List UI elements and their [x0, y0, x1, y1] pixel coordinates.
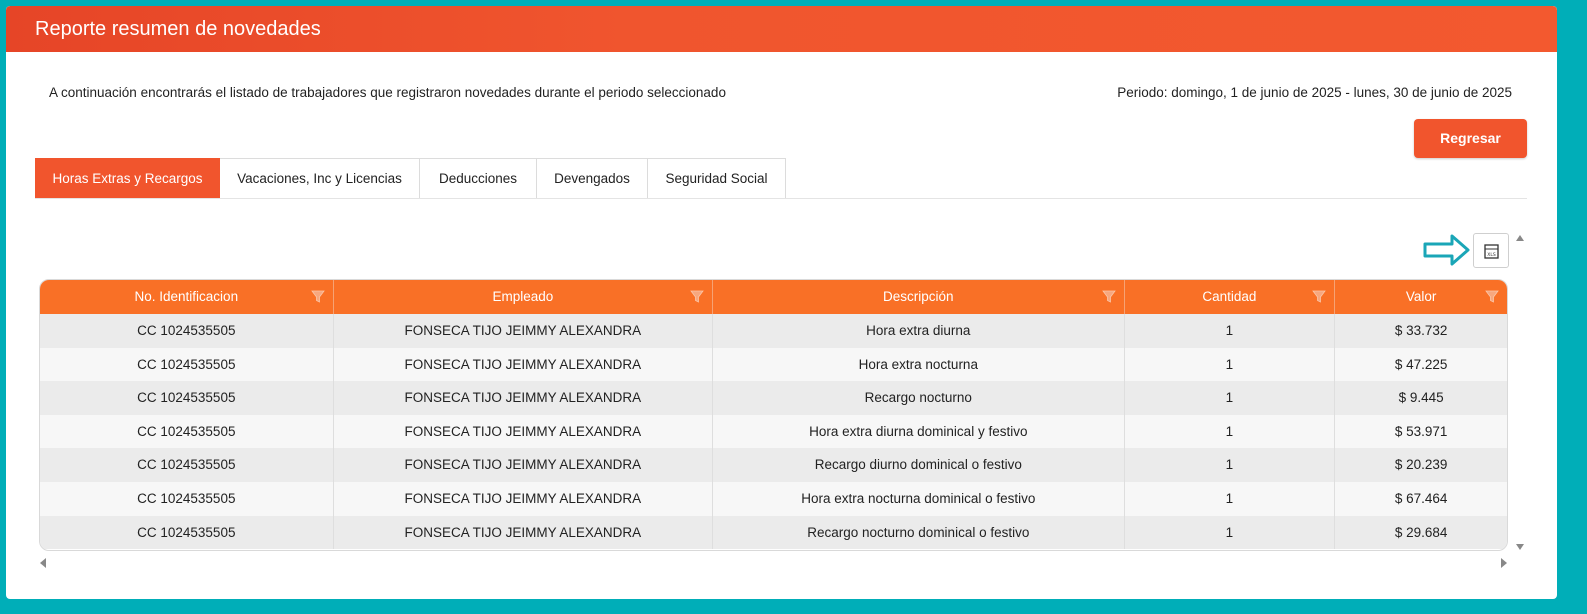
cell-cantidad: 1: [1125, 448, 1336, 482]
arrow-icon: [1423, 234, 1470, 266]
cell-valor: $ 9.445: [1398, 390, 1444, 406]
cell-empleado: FONSECA TIJO JEIMMY ALEXANDRA: [334, 381, 714, 415]
cell-empleado: FONSECA TIJO JEIMMY ALEXANDRA: [334, 448, 714, 482]
table-row[interactable]: CC 1024535505 FONSECA TIJO JEIMMY ALEXAN…: [40, 481, 1507, 516]
cell-identificacion: CC 1024535505: [40, 381, 334, 415]
filter-icon[interactable]: [690, 289, 704, 304]
tabs-divider: [35, 198, 1527, 199]
scroll-left-icon[interactable]: [38, 557, 48, 569]
cell-descripcion: Recargo nocturno dominical o festivo: [713, 515, 1125, 550]
cell-cantidad: 1: [1125, 481, 1336, 516]
tab-bar: Horas Extras y Recargos Vacaciones, Inc …: [35, 158, 786, 199]
table-row[interactable]: CC 1024535505 FONSECA TIJO JEIMMY ALEXAN…: [40, 515, 1507, 550]
cell-valor: $ 33.732: [1394, 323, 1448, 338]
back-button[interactable]: Regresar: [1414, 119, 1527, 158]
cell-empleado: FONSECA TIJO JEIMMY ALEXANDRA: [334, 481, 714, 516]
cell-valor: $ 53.971: [1394, 423, 1448, 439]
cell-empleado: FONSECA TIJO JEIMMY ALEXANDRA: [334, 347, 714, 382]
scroll-right-icon[interactable]: [1499, 557, 1509, 569]
cell-descripcion: Recargo diurno dominical o festivo: [713, 448, 1125, 482]
filter-icon[interactable]: [1312, 289, 1327, 304]
column-header-descripcion[interactable]: Descripción: [713, 280, 1125, 314]
cell-cantidad: 1: [1125, 515, 1336, 550]
cell-valor: $ 20.239: [1394, 457, 1448, 473]
table-header: No. Identificacion Empleado Descripción …: [40, 280, 1507, 314]
column-header-empleado[interactable]: Empleado: [334, 280, 714, 314]
cell-valor: $ 47.225: [1394, 356, 1448, 372]
tab-devengados[interactable]: Devengados: [537, 158, 648, 199]
cell-empleado: FONSECA TIJO JEIMMY ALEXANDRA: [334, 515, 714, 550]
filter-icon[interactable]: [310, 289, 325, 304]
cell-identificacion: CC 1024535505: [40, 314, 334, 348]
tab-horas-extras[interactable]: Horas Extras y Recargos: [35, 158, 220, 199]
intro-text: A continuación encontrarás el listado de…: [49, 85, 726, 100]
tab-deducciones[interactable]: Deducciones: [420, 158, 537, 199]
table-row[interactable]: CC 1024535505 FONSECA TIJO JEIMMY ALEXAN…: [40, 448, 1507, 482]
column-header-valor[interactable]: Valor: [1335, 280, 1507, 314]
cell-valor: $ 29.684: [1394, 524, 1448, 540]
cell-descripcion: Hora extra nocturna: [713, 347, 1125, 382]
cell-descripcion: Recargo nocturno: [713, 381, 1125, 415]
scroll-down-icon[interactable]: [1515, 542, 1525, 552]
table-row[interactable]: CC 1024535505 FONSECA TIJO JEIMMY ALEXAN…: [40, 381, 1507, 415]
column-header-cantidad[interactable]: Cantidad: [1125, 280, 1336, 314]
table-row[interactable]: CC 1024535505 FONSECA TIJO JEIMMY ALEXAN…: [40, 347, 1507, 382]
cell-cantidad: 1: [1125, 347, 1336, 382]
cell-cantidad: 1: [1125, 381, 1336, 415]
table-row[interactable]: CC 1024535505 FONSECA TIJO JEIMMY ALEXAN…: [40, 414, 1507, 449]
cell-empleado: FONSECA TIJO JEIMMY ALEXANDRA: [334, 314, 714, 348]
cell-identificacion: CC 1024535505: [40, 414, 334, 449]
cell-cantidad: 1: [1125, 314, 1336, 348]
report-panel: Reporte resumen de novedades A continuac…: [6, 6, 1557, 599]
cell-identificacion: CC 1024535505: [40, 347, 334, 382]
cell-descripcion: Hora extra diurna dominical y festivo: [713, 414, 1125, 449]
header-bar: Reporte resumen de novedades: [6, 6, 1557, 52]
table-row[interactable]: CC 1024535505 FONSECA TIJO JEIMMY ALEXAN…: [40, 314, 1507, 348]
tab-seguridad-social[interactable]: Seguridad Social: [648, 158, 786, 199]
filter-icon[interactable]: [1101, 289, 1116, 304]
cell-identificacion: CC 1024535505: [40, 481, 334, 516]
cell-descripcion: Hora extra diurna: [713, 314, 1125, 348]
cell-identificacion: CC 1024535505: [40, 448, 334, 482]
column-header-identificacion[interactable]: No. Identificacion: [40, 280, 334, 314]
filter-icon[interactable]: [1485, 289, 1499, 304]
scroll-up-icon[interactable]: [1515, 233, 1525, 243]
cell-valor: $ 67.464: [1394, 490, 1448, 506]
cell-cantidad: 1: [1125, 414, 1336, 449]
svg-text:XLS: XLS: [1487, 252, 1496, 258]
period-text: Periodo: domingo, 1 de junio de 2025 - l…: [1117, 85, 1512, 100]
cell-descripcion: Hora extra nocturna dominical o festivo: [713, 481, 1125, 516]
page-title: Reporte resumen de novedades: [35, 18, 321, 40]
novedades-table: No. Identificacion Empleado Descripción …: [39, 279, 1508, 551]
cell-empleado: FONSECA TIJO JEIMMY ALEXANDRA: [334, 414, 714, 449]
tab-vacaciones[interactable]: Vacaciones, Inc y Licencias: [220, 158, 420, 199]
excel-export-icon: XLS: [1484, 244, 1499, 259]
cell-identificacion: CC 1024535505: [40, 515, 334, 550]
excel-export-button[interactable]: XLS: [1473, 233, 1509, 268]
